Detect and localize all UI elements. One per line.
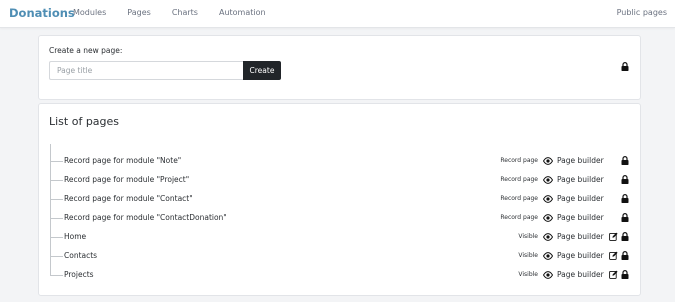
tree-branch bbox=[50, 275, 63, 276]
nav-pages[interactable]: Pages bbox=[127, 8, 151, 17]
page-builder-link[interactable]: Page builder bbox=[557, 194, 604, 203]
page-builder-link[interactable]: Page builder bbox=[557, 251, 604, 260]
page-row-7: Projects Visible Page builder bbox=[39, 266, 640, 285]
public-pages-link[interactable]: Public pages bbox=[617, 8, 667, 17]
nav-automation[interactable]: Automation bbox=[219, 8, 266, 17]
page-row-1: Record page for module "Note" Record pag… bbox=[39, 152, 640, 171]
page-name[interactable]: Contacts bbox=[64, 251, 97, 260]
lock-icon bbox=[621, 213, 629, 222]
page-row-5: Home Visible Page builder bbox=[39, 228, 640, 247]
eye-icon[interactable] bbox=[543, 271, 553, 279]
brand-logo[interactable]: Donations bbox=[9, 6, 75, 20]
main-nav: Modules Pages Charts Automation bbox=[73, 8, 287, 17]
lock-icon bbox=[621, 270, 629, 279]
page-row-4: Record page for module "ContactDonation"… bbox=[39, 209, 640, 228]
lock-icon bbox=[621, 251, 629, 260]
nav-charts[interactable]: Charts bbox=[172, 8, 198, 17]
page-builder-link[interactable]: Page builder bbox=[557, 156, 604, 165]
tree-branch bbox=[50, 237, 63, 238]
lock-icon bbox=[621, 194, 629, 203]
tree-branch bbox=[50, 256, 63, 257]
create-page-label: Create a new page: bbox=[49, 46, 123, 55]
eye-icon[interactable] bbox=[543, 195, 553, 203]
page-status-badge: Visible bbox=[518, 252, 538, 259]
tree-branch bbox=[50, 199, 63, 200]
lock-icon bbox=[621, 62, 629, 71]
page-row-2: Record page for module "Project" Record … bbox=[39, 171, 640, 190]
page-status-badge: Record page bbox=[500, 157, 538, 164]
page-row-3: Record page for module "Contact" Record … bbox=[39, 190, 640, 209]
page-status-badge: Record page bbox=[500, 176, 538, 183]
page-builder-link[interactable]: Page builder bbox=[557, 213, 604, 222]
page-name[interactable]: Home bbox=[64, 232, 86, 241]
create-page-card: Create a new page: Create bbox=[38, 35, 641, 100]
page-name[interactable]: Record page for module "Note" bbox=[64, 156, 181, 165]
eye-icon[interactable] bbox=[543, 233, 553, 241]
page-name[interactable]: Record page for module "ContactDonation" bbox=[64, 213, 227, 222]
page-builder-link[interactable]: Page builder bbox=[557, 232, 604, 241]
lock-icon bbox=[621, 232, 629, 241]
page-status-badge: Visible bbox=[518, 233, 538, 240]
eye-icon[interactable] bbox=[543, 214, 553, 222]
edit-icon[interactable] bbox=[609, 270, 618, 279]
page-status-badge: Record page bbox=[500, 214, 538, 221]
eye-icon[interactable] bbox=[543, 176, 553, 184]
page-name[interactable]: Record page for module "Contact" bbox=[64, 194, 193, 203]
page-name[interactable]: Record page for module "Project" bbox=[64, 175, 189, 184]
edit-icon[interactable] bbox=[609, 232, 618, 241]
page-status-badge: Record page bbox=[500, 195, 538, 202]
list-title: List of pages bbox=[49, 115, 120, 128]
tree-branch bbox=[50, 161, 63, 162]
page-builder-link[interactable]: Page builder bbox=[557, 270, 604, 279]
eye-icon[interactable] bbox=[543, 157, 553, 165]
page-name[interactable]: Projects bbox=[64, 270, 94, 279]
page-status-badge: Visible bbox=[518, 271, 538, 278]
create-button[interactable]: Create bbox=[243, 61, 281, 80]
page-builder-link[interactable]: Page builder bbox=[557, 175, 604, 184]
eye-icon[interactable] bbox=[543, 252, 553, 260]
edit-icon[interactable] bbox=[609, 251, 618, 260]
nav-modules[interactable]: Modules bbox=[73, 8, 106, 17]
tree-branch bbox=[50, 180, 63, 181]
tree-branch bbox=[50, 218, 63, 219]
page-row-6: Contacts Visible Page builder bbox=[39, 247, 640, 266]
lock-icon bbox=[621, 175, 629, 184]
lock-icon bbox=[621, 156, 629, 165]
page-list-card: List of pages Record page for module "No… bbox=[38, 103, 641, 296]
top-navbar: Donations Modules Pages Charts Automatio… bbox=[0, 0, 675, 28]
page-title-input[interactable] bbox=[49, 61, 258, 80]
